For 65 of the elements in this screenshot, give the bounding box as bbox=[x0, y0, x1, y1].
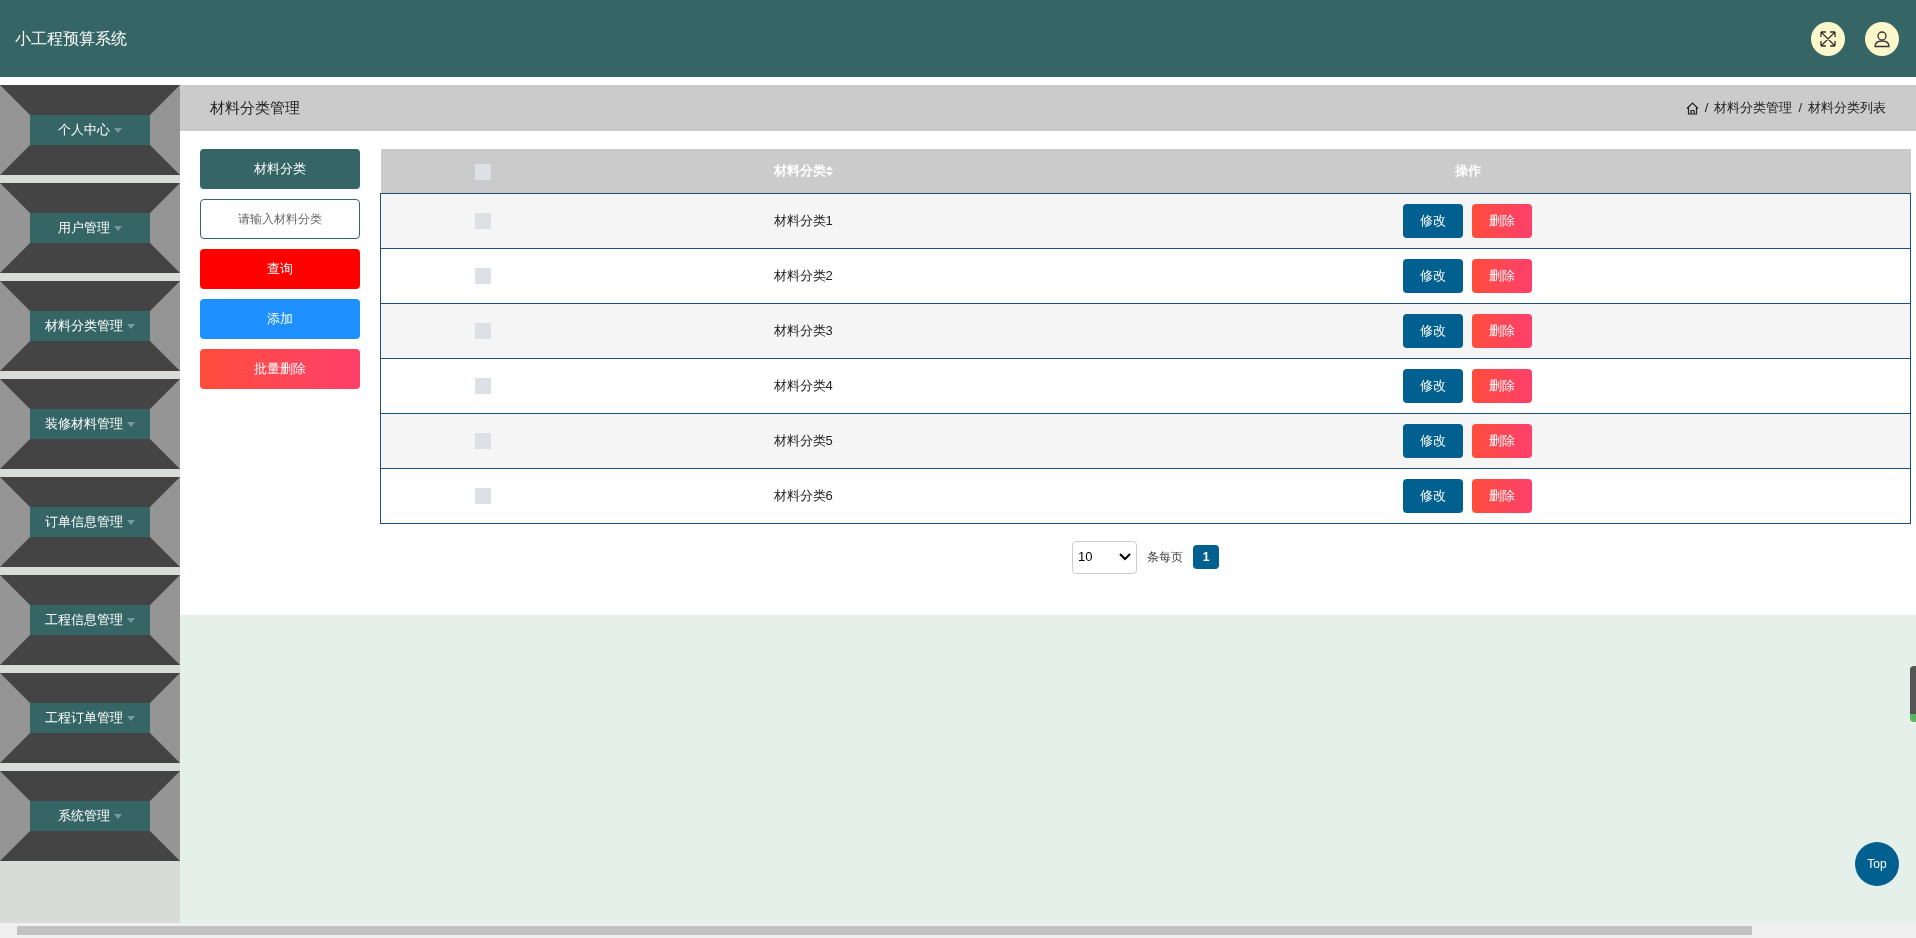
edit-button[interactable]: 修改 bbox=[1403, 258, 1464, 293]
query-button[interactable]: 查询 bbox=[200, 249, 360, 289]
page-button[interactable]: 1 bbox=[1193, 545, 1219, 569]
user-button[interactable] bbox=[1865, 21, 1899, 56]
sidebar-item[interactable]: 个人中心 bbox=[0, 85, 180, 175]
search-label: 材料分类 bbox=[200, 149, 360, 189]
edit-button[interactable]: 修改 bbox=[1403, 313, 1464, 348]
breadcrumb-item: 材料分类列表 bbox=[1808, 99, 1886, 118]
page-size-select[interactable]: 10 bbox=[1072, 540, 1137, 574]
caret-icon bbox=[127, 715, 135, 721]
row-checkbox[interactable] bbox=[475, 268, 492, 285]
sidebar-item[interactable]: 订单信息管理 bbox=[0, 477, 180, 567]
sort-icon[interactable] bbox=[825, 165, 833, 176]
scrollbar-thumb[interactable] bbox=[17, 926, 1752, 935]
delete-button[interactable]: 删除 bbox=[1472, 423, 1533, 458]
sidebar-item[interactable]: 工程信息管理 bbox=[0, 575, 180, 665]
chevron-down-icon bbox=[1119, 553, 1131, 561]
breadcrumb-separator: / bbox=[1704, 99, 1709, 118]
row-checkbox[interactable] bbox=[475, 433, 492, 450]
caret-icon bbox=[127, 519, 135, 525]
category-name: 材料分类2 bbox=[773, 267, 833, 283]
category-name: 材料分类6 bbox=[773, 487, 833, 503]
row-checkbox[interactable] bbox=[475, 213, 492, 230]
category-name: 材料分类4 bbox=[773, 377, 833, 393]
sidebar-item[interactable]: 工程订单管理 bbox=[0, 673, 180, 763]
breadcrumb-item[interactable]: 材料分类管理 bbox=[1714, 98, 1793, 118]
delete-button[interactable]: 删除 bbox=[1472, 478, 1533, 513]
fullscreen-button[interactable] bbox=[1811, 21, 1845, 56]
user-icon bbox=[1873, 29, 1891, 48]
app-title: 小工程预算系统 bbox=[15, 28, 127, 49]
delete-button[interactable]: 删除 bbox=[1472, 203, 1533, 238]
select-all-checkbox[interactable] bbox=[475, 163, 491, 180]
sidebar-item[interactable]: 材料分类管理 bbox=[0, 281, 180, 371]
row-checkbox[interactable] bbox=[475, 488, 492, 505]
horizontal-scrollbar[interactable] bbox=[0, 923, 1916, 938]
sidebar-item[interactable]: 装修材料管理 bbox=[0, 379, 180, 469]
caret-icon bbox=[114, 127, 122, 133]
caret-icon bbox=[127, 617, 135, 623]
batch-delete-button[interactable]: 批量删除 bbox=[200, 349, 360, 389]
side-handle[interactable] bbox=[1910, 666, 1916, 722]
edit-button[interactable]: 修改 bbox=[1403, 478, 1464, 513]
caret-icon bbox=[114, 813, 122, 819]
category-name: 材料分类1 bbox=[773, 212, 833, 228]
caret-icon bbox=[114, 225, 122, 231]
row-checkbox[interactable] bbox=[475, 323, 492, 340]
page-size-label: 条每页 bbox=[1147, 549, 1183, 566]
category-name: 材料分类5 bbox=[773, 432, 833, 448]
sidebar-item[interactable]: 系统管理 bbox=[0, 771, 180, 861]
page-title: 材料分类管理 bbox=[210, 97, 300, 118]
sidebar-item[interactable]: 用户管理 bbox=[0, 183, 180, 273]
delete-button[interactable]: 删除 bbox=[1472, 313, 1533, 348]
edit-button[interactable]: 修改 bbox=[1403, 203, 1464, 238]
category-name: 材料分类3 bbox=[773, 322, 833, 338]
edit-button[interactable]: 修改 bbox=[1403, 423, 1464, 458]
caret-icon bbox=[127, 421, 135, 427]
breadcrumb-separator: / bbox=[1798, 99, 1802, 118]
edit-button[interactable]: 修改 bbox=[1403, 368, 1464, 403]
caret-icon bbox=[127, 323, 135, 329]
delete-button[interactable]: 删除 bbox=[1472, 258, 1533, 293]
search-field[interactable]: 请输入材料分类 bbox=[200, 199, 360, 239]
back-to-top-button[interactable]: Top bbox=[1855, 842, 1899, 886]
home-icon[interactable] bbox=[1685, 101, 1699, 115]
row-checkbox[interactable] bbox=[475, 378, 492, 395]
delete-button[interactable]: 删除 bbox=[1472, 368, 1533, 403]
fullscreen-icon bbox=[1819, 29, 1837, 48]
